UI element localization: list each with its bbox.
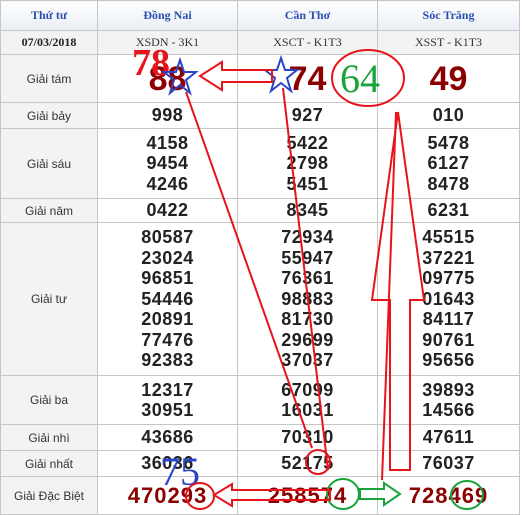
prize-value: 2798 — [286, 153, 329, 174]
prize-value: 998 — [97, 102, 238, 129]
prize-cell: 80587 23024 96851 54446 20891 77476 9238… — [97, 222, 238, 376]
prize-value: 29699 — [281, 329, 334, 350]
prize-value: 95656 — [422, 350, 475, 371]
prize-value: 90761 — [422, 329, 475, 350]
prize-row-g4: Giải tư 80587 23024 96851 54446 20891 77… — [0, 222, 520, 376]
weekday-header: Thứ tư — [0, 0, 98, 31]
prize-value: 45515 — [422, 227, 475, 248]
prize-value: 5422 — [286, 132, 329, 153]
prize-row-g7: Giải bảy 998 927 010 — [0, 102, 520, 129]
prize-value: 43686 — [97, 424, 238, 451]
prize-value: 4158 — [146, 132, 189, 153]
prize-row-g1: Giải nhất 36036 52175 76037 — [0, 450, 520, 477]
prize-label: Giải tư — [0, 222, 98, 376]
prize-value: 72934 — [281, 227, 334, 248]
ticket-code-dong-nai: XSDN - 3K1 — [97, 30, 238, 55]
prize-value: 67099 — [281, 379, 334, 400]
lottery-results-page: Thứ tư Đồng Nai Cần Thơ Sóc Trăng 07/03/… — [0, 0, 522, 515]
prize-value: 77476 — [141, 329, 194, 350]
prize-value: 37037 — [281, 350, 334, 371]
prize-row-g5: Giải năm 0422 8345 6231 — [0, 198, 520, 223]
prize-value: 6231 — [377, 198, 520, 223]
prize-value: 927 — [237, 102, 378, 129]
subheader-row: 07/03/2018 XSDN - 3K1 XSCT - K1T3 XSST -… — [0, 30, 520, 55]
prize-value: 52175 — [237, 450, 378, 477]
prize-value: 8478 — [427, 173, 470, 194]
prize-value: 5451 — [286, 173, 329, 194]
prize-label: Giải tám — [0, 54, 98, 103]
prize-label: Giải năm — [0, 198, 98, 223]
prize-label: Giải nhì — [0, 424, 98, 451]
prize-value: 47611 — [377, 424, 520, 451]
prize-value: 20891 — [141, 309, 194, 330]
prize-cell: 5478 6127 8478 — [377, 128, 520, 199]
prize-value: 76037 — [377, 450, 520, 477]
prize-cell: 5422 2798 5451 — [237, 128, 378, 199]
prize-value: 37221 — [422, 247, 475, 268]
prize-value: 96851 — [141, 268, 194, 289]
ticket-code-can-tho: XSCT - K1T3 — [237, 30, 378, 55]
special-prize-value: 728469 — [377, 476, 520, 515]
prize-value: 01643 — [422, 288, 475, 309]
prize-cell: 39893 14566 — [377, 375, 520, 425]
prize-value: 92383 — [141, 350, 194, 371]
prize-value: 49 — [377, 54, 520, 103]
prize-value: 010 — [377, 102, 520, 129]
prize-value: 76361 — [281, 268, 334, 289]
prize-value: 70310 — [237, 424, 378, 451]
province-header-dong-nai[interactable]: Đồng Nai — [97, 0, 238, 31]
prize-value: 8345 — [237, 198, 378, 223]
prize-cell: 67099 16031 — [237, 375, 378, 425]
prize-value: 9454 — [146, 153, 189, 174]
prize-label: Giải sáu — [0, 128, 98, 199]
prize-row-g3: Giải ba 12317 30951 67099 16031 39893 14… — [0, 375, 520, 425]
prize-row-special: Giải Đặc Biệt 470293 258574 728469 — [0, 476, 520, 515]
draw-date: 07/03/2018 — [0, 30, 98, 55]
prize-value: 74 — [237, 54, 378, 103]
prize-value: 39893 — [422, 379, 475, 400]
prize-cell: 12317 30951 — [97, 375, 238, 425]
prize-value: 88 — [97, 54, 238, 103]
special-prize-value: 470293 — [97, 476, 238, 515]
prize-value: 54446 — [141, 288, 194, 309]
prize-value: 55947 — [281, 247, 334, 268]
prize-value: 09775 — [422, 268, 475, 289]
prize-value: 0422 — [97, 198, 238, 223]
prize-value: 4246 — [146, 173, 189, 194]
prize-cell: 4158 9454 4246 — [97, 128, 238, 199]
province-header-can-tho[interactable]: Cần Thơ — [237, 0, 378, 31]
prize-value: 81730 — [281, 309, 334, 330]
header-row: Thứ tư Đồng Nai Cần Thơ Sóc Trăng — [0, 0, 520, 31]
prize-label: Giải ba — [0, 375, 98, 425]
ticket-code-soc-trang: XSST - K1T3 — [377, 30, 520, 55]
prize-value: 14566 — [422, 400, 475, 420]
prize-value: 36036 — [97, 450, 238, 477]
prize-row-g6: Giải sáu 4158 9454 4246 5422 2798 5451 5… — [0, 128, 520, 199]
prize-cell: 45515 37221 09775 01643 84117 90761 9565… — [377, 222, 520, 376]
prize-value: 80587 — [141, 227, 194, 248]
prize-value: 12317 — [141, 379, 194, 400]
province-header-soc-trang[interactable]: Sóc Trăng — [377, 0, 520, 31]
special-prize-value: 258574 — [237, 476, 378, 515]
prize-value: 16031 — [281, 400, 334, 420]
prize-value: 30951 — [141, 400, 194, 420]
prize-row-g8: Giải tám 88 74 49 — [0, 54, 520, 103]
prize-label: Giải Đặc Biệt — [0, 476, 98, 515]
prize-value: 98883 — [281, 288, 334, 309]
prize-row-g2: Giải nhì 43686 70310 47611 — [0, 424, 520, 451]
prize-value: 23024 — [141, 247, 194, 268]
prize-value: 6127 — [427, 153, 470, 174]
prize-cell: 72934 55947 76361 98883 81730 29699 3703… — [237, 222, 378, 376]
prize-value: 84117 — [422, 309, 475, 330]
prize-value: 5478 — [427, 132, 470, 153]
prize-label: Giải nhất — [0, 450, 98, 477]
prize-label: Giải bảy — [0, 102, 98, 129]
results-table: Thứ tư Đồng Nai Cần Thơ Sóc Trăng 07/03/… — [0, 0, 520, 515]
